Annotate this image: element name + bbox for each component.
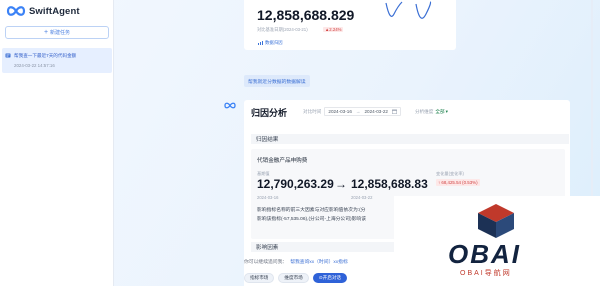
new-task-button[interactable]: + 新建任务 — [5, 26, 109, 39]
date-range-picker[interactable]: 2024-03-16 → 2024-03-22 — [324, 107, 401, 116]
sparkline-chart — [385, 1, 432, 19]
base-date: 2024-03-16 — [257, 195, 279, 200]
task-time: 2024-03-22 14:57:16 — [14, 63, 55, 68]
current-value: 12,858,688.83 — [351, 177, 428, 191]
plus-icon: + — [43, 29, 49, 36]
dimension-filter-label: 分析维度 — [414, 108, 434, 114]
infinity-logo-icon — [6, 6, 26, 16]
sidebar-task-item[interactable]: 帮我查一下最近7天的代码金额 2024-03-22 14:57:16 — [2, 48, 112, 73]
base-value: 12,790,263.29 — [257, 177, 334, 191]
previous-value: 12,858,688.829 — [257, 7, 355, 23]
agent-avatar-icon — [224, 102, 236, 109]
attribution-link[interactable]: 数据归因 — [258, 40, 283, 46]
user-message-bubble: 帮我就近分数据的数据解读 — [244, 75, 310, 87]
suggestion-link[interactable]: 帮我查询xx（时间）xx指标 — [290, 258, 348, 265]
date-start: 2024-03-16 — [328, 109, 352, 114]
cube-logo-icon — [478, 204, 514, 238]
start-chat-chip[interactable]: ⊙ 开启对话 — [312, 273, 348, 283]
new-task-label: 新建任务 — [50, 30, 71, 36]
result-section-header: 归因结果 — [251, 134, 569, 144]
chevron-down-icon[interactable]: ▾ — [446, 109, 448, 115]
watermark-text: OBAI — [448, 239, 521, 269]
watermark-subtext: OBAI导航网 — [460, 270, 512, 277]
previous-change-badge: ▲2.24% — [323, 27, 344, 32]
calendar-icon — [392, 109, 397, 114]
app-name: SwiftAgent — [29, 5, 80, 17]
date-end: 2024-03-22 — [364, 109, 388, 114]
task-title: 帮我查一下最近7天的代码金额 — [14, 53, 77, 58]
suggestion-prefix: 你可以继续追问我： — [244, 260, 288, 265]
change-label: 变化量(变化率) — [436, 171, 464, 176]
dimension-market-chip[interactable]: 维度市场 — [278, 273, 309, 283]
dimension-select[interactable]: 全部 — [435, 109, 444, 115]
current-date: 2024-03-22 — [351, 195, 373, 200]
previous-sub-label: 对比基准日期(2024-03-21) — [257, 27, 308, 32]
sidebar: SwiftAgent + 新建任务 帮我查一下最近7天的代码金额 2024-03… — [0, 0, 114, 286]
time-filter-label: 对比时间 — [303, 108, 322, 114]
watermark: OBAI OBAI导航网 — [394, 196, 600, 286]
arrow-right-icon: → — [335, 177, 347, 191]
quick-action-chips: 指标市场 维度市场 ⊙ 开启对话 — [244, 273, 351, 283]
app-logo[interactable]: SwiftAgent — [6, 5, 80, 17]
chart-icon — [258, 41, 263, 45]
previous-result-card: 12,858,688.829 对比基准日期(2024-03-21) ▲2.24%… — [244, 0, 456, 50]
analysis-filter-bar: 对比时间 2024-03-16 → 2024-03-22 分析维度 全部 ▾ — [303, 107, 448, 116]
metric-name: 代销金融产品申购费 — [257, 158, 308, 164]
follow-up-suggestions: 你可以继续追问我： 帮我查询xx（时间）xx指标 — [244, 258, 348, 265]
analysis-title: 归因分析 — [251, 108, 288, 118]
change-value-badge: ↑ 68,425.54 (0.53%) — [436, 179, 480, 186]
date-range-separator: → — [355, 109, 361, 114]
metric-market-chip[interactable]: 指标市场 — [244, 273, 275, 283]
chat-icon — [5, 53, 11, 58]
